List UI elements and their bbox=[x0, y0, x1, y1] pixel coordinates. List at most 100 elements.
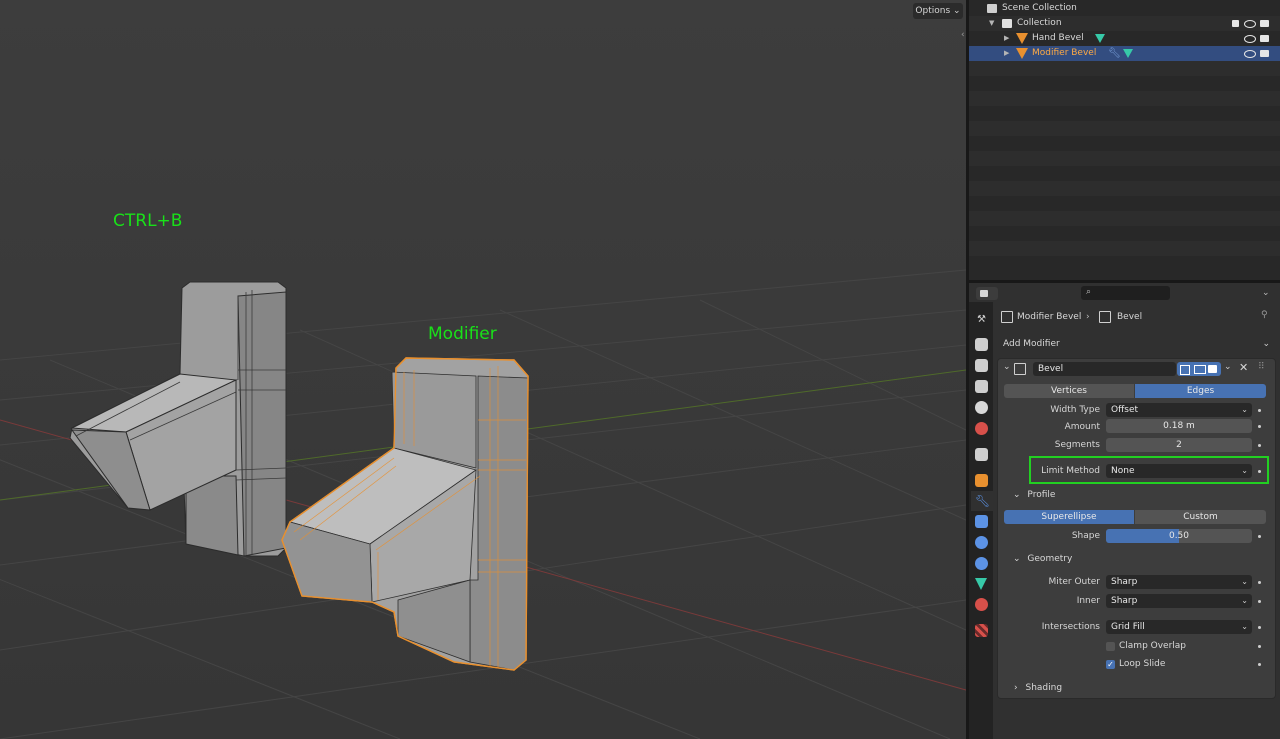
inner-miter-dropdown[interactable]: Sharp ⌄ bbox=[1106, 594, 1252, 608]
chevron-down-icon: ⌄ bbox=[1241, 466, 1248, 475]
chevron-down-icon: ⌄ bbox=[1241, 596, 1248, 605]
amount-label: Amount bbox=[1064, 422, 1100, 432]
search-input[interactable]: ⌕ bbox=[1081, 286, 1170, 300]
expand-triangle-icon[interactable]: ▶ bbox=[1004, 31, 1009, 46]
editor-type-button[interactable] bbox=[976, 287, 998, 300]
viewport-display-icon[interactable] bbox=[1194, 365, 1206, 374]
options-button[interactable]: Options ⌄ bbox=[913, 3, 963, 19]
outliner-label: Collection bbox=[1017, 18, 1062, 28]
object-tab-icon[interactable] bbox=[975, 474, 988, 487]
texture-tab-icon[interactable] bbox=[975, 624, 988, 637]
edges-mode-button[interactable]: Edges bbox=[1135, 384, 1266, 398]
breadcrumb-object: Modifier Bevel bbox=[1017, 312, 1082, 322]
modifier-name-field[interactable]: Bevel bbox=[1033, 362, 1176, 376]
miter-outer-dropdown[interactable]: Sharp ⌄ bbox=[1106, 575, 1252, 589]
options-label: Options bbox=[915, 6, 951, 16]
keyframe-dot[interactable] bbox=[1258, 535, 1261, 538]
collection-icon bbox=[1002, 19, 1012, 28]
search-icon: ⌕ bbox=[1086, 287, 1092, 297]
keyframe-dot[interactable] bbox=[1258, 409, 1261, 412]
mesh-object-icon bbox=[1016, 48, 1028, 59]
keyframe-dot[interactable] bbox=[1258, 581, 1261, 584]
intersections-dropdown[interactable]: Grid Fill ⌄ bbox=[1106, 620, 1252, 634]
close-icon[interactable]: ✕ bbox=[1239, 361, 1248, 374]
outliner-empty-row bbox=[969, 211, 1280, 226]
keyframe-dot[interactable] bbox=[1258, 645, 1261, 648]
tool-tab-icon[interactable]: ⚒︎ bbox=[975, 313, 988, 326]
mesh-data-icon[interactable] bbox=[1123, 49, 1133, 58]
material-tab-icon[interactable] bbox=[975, 598, 988, 611]
profile-subpanel-header[interactable]: ⌄ Profile bbox=[1013, 488, 1055, 502]
width-type-value: Offset bbox=[1111, 405, 1139, 415]
eye-icon[interactable] bbox=[1244, 20, 1256, 28]
expand-triangle-icon[interactable]: ▶ bbox=[1004, 46, 1009, 61]
object-icon bbox=[1001, 311, 1013, 323]
add-modifier-menu[interactable]: Add Modifier ⌄ bbox=[999, 337, 1274, 351]
mesh-object-icon bbox=[1016, 33, 1028, 44]
outliner-empty-row bbox=[969, 241, 1280, 256]
intersections-label: Intersections bbox=[1041, 622, 1100, 632]
segments-field[interactable]: 2 bbox=[1106, 438, 1252, 452]
exclude-checkbox-icon[interactable] bbox=[1232, 20, 1239, 27]
drag-handle-icon[interactable]: ⠿ bbox=[1258, 362, 1265, 372]
width-type-dropdown[interactable]: Offset ⌄ bbox=[1106, 403, 1252, 417]
sidebar-toggle-icon[interactable]: ‹ bbox=[961, 30, 965, 40]
modifier-extras-chevron-icon[interactable]: ⌄ bbox=[1224, 362, 1232, 372]
outliner-row-modifier-bevel[interactable]: ▶ Modifier Bevel 🔧︎ bbox=[969, 46, 1280, 61]
particles-tab-icon[interactable] bbox=[975, 515, 988, 528]
profile-title: Profile bbox=[1027, 490, 1056, 500]
mesh-data-tab-icon[interactable] bbox=[975, 578, 987, 590]
shape-slider[interactable]: 0.50 bbox=[1106, 529, 1252, 543]
amount-field[interactable]: 0.18 m bbox=[1106, 419, 1252, 433]
keyframe-dot[interactable] bbox=[1258, 470, 1261, 473]
limit-method-dropdown[interactable]: None ⌄ bbox=[1106, 464, 1252, 478]
collection-tab-icon[interactable] bbox=[975, 448, 988, 461]
clamp-overlap-checkbox[interactable]: Clamp Overlap bbox=[1106, 640, 1256, 653]
keyframe-dot[interactable] bbox=[1258, 663, 1261, 666]
loop-slide-checkbox[interactable]: ✓ Loop Slide bbox=[1106, 658, 1256, 671]
physics-tab-icon[interactable] bbox=[975, 536, 988, 549]
chevron-down-icon: ⌄ bbox=[1241, 405, 1248, 414]
eye-icon[interactable] bbox=[1244, 35, 1256, 43]
vertices-mode-button[interactable]: Vertices bbox=[1004, 384, 1134, 398]
keyframe-dot[interactable] bbox=[1258, 444, 1261, 447]
bevel-modifier-icon bbox=[1099, 311, 1111, 323]
render-tab-icon[interactable] bbox=[975, 338, 988, 351]
camera-icon[interactable] bbox=[1260, 35, 1269, 42]
eye-icon[interactable] bbox=[1244, 50, 1256, 58]
custom-profile-button[interactable]: Custom bbox=[1135, 510, 1266, 524]
clamp-overlap-label: Clamp Overlap bbox=[1119, 641, 1187, 651]
limit-method-label: Limit Method bbox=[1041, 466, 1100, 476]
edit-mode-icon[interactable] bbox=[1180, 365, 1190, 375]
wrench-icon: 🔧︎ bbox=[975, 494, 991, 508]
geometry-subpanel-header[interactable]: ⌄ Geometry bbox=[1013, 552, 1072, 566]
panel-collapse-icon[interactable]: ⌄ bbox=[1003, 362, 1011, 372]
pin-icon[interactable]: ⚲ bbox=[1261, 310, 1268, 320]
outliner-row-hand-bevel[interactable]: ▶ Hand Bevel bbox=[969, 31, 1280, 46]
camera-icon[interactable] bbox=[1260, 20, 1269, 27]
camera-icon[interactable] bbox=[1260, 50, 1269, 57]
keyframe-dot[interactable] bbox=[1258, 425, 1261, 428]
keyframe-dot[interactable] bbox=[1258, 600, 1261, 603]
constraints-tab-icon[interactable] bbox=[975, 557, 988, 570]
view-layer-tab-icon[interactable] bbox=[975, 380, 988, 393]
wrench-icon[interactable]: 🔧︎ bbox=[1108, 46, 1121, 61]
modifier-tab-active[interactable]: 🔧︎ bbox=[971, 491, 995, 511]
outliner-row-scene-collection[interactable]: Scene Collection bbox=[969, 1, 1280, 16]
mesh-data-icon[interactable] bbox=[1095, 34, 1105, 43]
scene-tab-icon[interactable] bbox=[975, 401, 988, 414]
keyframe-dot[interactable] bbox=[1258, 626, 1261, 629]
expand-triangle-icon[interactable]: ▼ bbox=[989, 16, 994, 31]
outliner-row-collection[interactable]: ▼ Collection bbox=[969, 16, 1280, 31]
outliner-empty-row bbox=[969, 91, 1280, 106]
shading-subpanel-header[interactable]: › Shading bbox=[1014, 681, 1062, 695]
superellipse-button[interactable]: Superellipse bbox=[1004, 510, 1134, 524]
intersections-value: Grid Fill bbox=[1111, 622, 1145, 632]
width-type-label: Width Type bbox=[1050, 405, 1100, 415]
3d-viewport[interactable]: CTRL+B Modifier Options ⌄ ‹ bbox=[0, 0, 966, 739]
render-camera-icon[interactable] bbox=[1208, 365, 1217, 373]
add-modifier-label: Add Modifier bbox=[1003, 339, 1060, 349]
world-tab-icon[interactable] bbox=[975, 422, 988, 435]
header-collapse-icon[interactable]: ⌄ bbox=[1262, 288, 1270, 298]
output-tab-icon[interactable] bbox=[975, 359, 988, 372]
